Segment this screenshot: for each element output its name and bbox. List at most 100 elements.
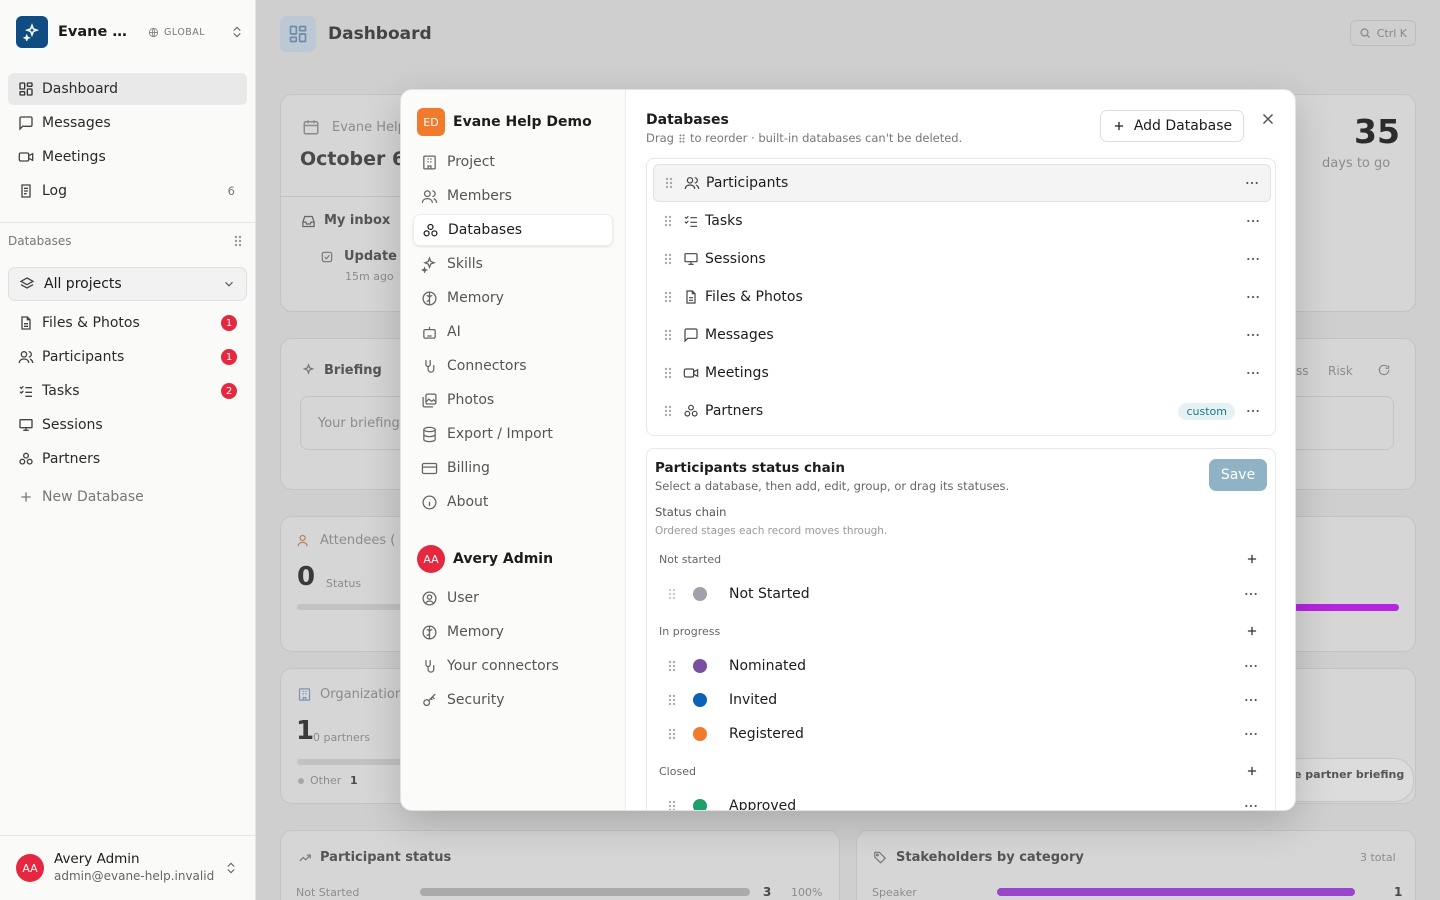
connector-icon — [425, 659, 435, 673]
plus-icon[interactable] — [1245, 764, 1259, 778]
status-color-dot[interactable] — [693, 727, 707, 741]
drag-handle-icon[interactable] — [667, 799, 677, 811]
database-name: Participants — [706, 175, 789, 191]
drag-handle-icon[interactable] — [667, 727, 677, 741]
checklist-icon — [684, 215, 697, 227]
status-row[interactable]: Nominated — [667, 650, 1259, 682]
status-row[interactable]: Approved — [667, 790, 1259, 811]
video-icon — [683, 368, 699, 378]
drag-handle-icon[interactable] — [663, 214, 673, 228]
settings-item-ai[interactable]: AI — [413, 316, 613, 348]
database-row-tasks[interactable]: Tasks — [653, 202, 1271, 240]
drag-handle-icon[interactable] — [663, 290, 673, 304]
drag-handle-icon[interactable] — [667, 587, 677, 601]
more-icon[interactable] — [1243, 692, 1259, 708]
drag-handle-icon[interactable] — [667, 659, 677, 673]
status-group-in-progress: In progress — [659, 621, 1259, 641]
database-name: Tasks — [705, 213, 743, 229]
sparkle-icon — [421, 255, 436, 273]
settings-item-billing[interactable]: Billing — [413, 452, 613, 484]
more-icon[interactable] — [1243, 586, 1259, 602]
settings-item-memory[interactable]: Memory — [413, 282, 613, 314]
settings-item-user-memory[interactable]: Memory — [413, 616, 613, 648]
settings-item-security[interactable]: Security — [413, 684, 613, 716]
drag-handle-icon[interactable] — [663, 366, 673, 380]
settings-item-project[interactable]: Project — [413, 146, 613, 178]
more-icon[interactable] — [1243, 726, 1259, 742]
database-row-sessions[interactable]: Sessions — [653, 240, 1271, 278]
status-row[interactable]: Not Started — [667, 578, 1259, 610]
status-chain-subtitle: Select a database, then add, edit, group… — [655, 479, 1010, 493]
status-color-dot[interactable] — [693, 587, 707, 601]
settings-item-about[interactable]: About — [413, 486, 613, 518]
credit-card-icon — [421, 462, 438, 474]
status-label: Nominated — [729, 658, 807, 674]
plus-icon[interactable] — [1245, 624, 1259, 638]
user-name: Avery Admin — [453, 551, 554, 567]
more-icon[interactable] — [1245, 213, 1261, 229]
file-icon — [686, 290, 696, 304]
brain-icon — [422, 290, 437, 306]
avatar: AA — [417, 545, 445, 573]
status-label: Invited — [729, 692, 778, 708]
more-icon[interactable] — [1245, 251, 1261, 267]
status-color-dot[interactable] — [693, 799, 707, 810]
settings-item-databases[interactable]: Databases — [413, 214, 613, 246]
panel-title: Databases — [646, 112, 729, 128]
connector-icon — [425, 359, 435, 373]
more-icon[interactable] — [1245, 289, 1261, 305]
status-color-dot[interactable] — [693, 659, 707, 673]
users-icon — [421, 189, 438, 203]
add-database-button[interactable]: Add Database — [1100, 110, 1244, 142]
drag-handle-icon[interactable] — [663, 404, 673, 418]
close-icon[interactable] — [1259, 110, 1277, 128]
settings-item-members[interactable]: Members — [413, 180, 613, 212]
group-label: Closed — [659, 764, 696, 778]
user-circle-icon — [422, 590, 437, 606]
database-name: Sessions — [705, 251, 766, 267]
info-icon — [422, 494, 437, 510]
drag-handle-icon[interactable] — [663, 328, 673, 342]
save-button[interactable]: Save — [1209, 459, 1267, 491]
status-row[interactable]: Invited — [667, 684, 1259, 716]
database-row-participants[interactable]: Participants — [653, 164, 1271, 202]
drag-handle-icon[interactable] — [664, 176, 674, 190]
settings-item-export-import[interactable]: Export / Import — [413, 418, 613, 450]
project-avatar: ED — [417, 108, 445, 136]
settings-nav: ED Evane Help Demo Project Members Datab… — [401, 90, 626, 810]
database-row-partners[interactable]: Partners custom — [653, 392, 1271, 430]
database-row-messages[interactable]: Messages — [653, 316, 1271, 354]
group-label: In progress — [659, 624, 721, 638]
message-icon — [684, 328, 698, 343]
settings-item-user[interactable]: User — [413, 582, 613, 614]
database-name: Meetings — [705, 365, 769, 381]
status-chain-title: Participants status chain — [655, 460, 845, 476]
settings-modal: ED Evane Help Demo Project Members Datab… — [400, 89, 1296, 811]
status-label: Registered — [729, 726, 804, 742]
settings-item-connectors[interactable]: Connectors — [413, 350, 613, 382]
more-icon[interactable] — [1245, 327, 1261, 343]
database-list: Participants Tasks Sessions Files & Phot… — [646, 158, 1276, 436]
plus-icon[interactable] — [1245, 552, 1259, 566]
more-icon[interactable] — [1245, 403, 1261, 419]
drag-handle-icon[interactable] — [667, 693, 677, 707]
database-row-meetings[interactable]: Meetings — [653, 354, 1271, 392]
status-label: Approved — [729, 798, 797, 811]
more-icon[interactable] — [1244, 175, 1260, 191]
settings-item-your-connectors[interactable]: Your connectors — [413, 650, 613, 682]
database-name: Messages — [705, 327, 774, 343]
status-label: Not Started — [729, 586, 810, 602]
more-icon[interactable] — [1245, 365, 1261, 381]
more-icon[interactable] — [1243, 798, 1259, 811]
bot-icon — [423, 326, 436, 339]
settings-item-photos[interactable]: Photos — [413, 384, 613, 416]
status-chain-panel: Participants status chain Select a datab… — [646, 448, 1276, 811]
more-icon[interactable] — [1243, 658, 1259, 674]
status-color-dot[interactable] — [693, 693, 707, 707]
database-row-files-photos[interactable]: Files & Photos — [653, 278, 1271, 316]
settings-item-skills[interactable]: Skills — [413, 248, 613, 280]
brain-icon — [422, 624, 437, 640]
status-group-closed: Closed — [659, 761, 1259, 781]
status-row[interactable]: Registered — [667, 718, 1259, 750]
drag-handle-icon[interactable] — [663, 252, 673, 266]
